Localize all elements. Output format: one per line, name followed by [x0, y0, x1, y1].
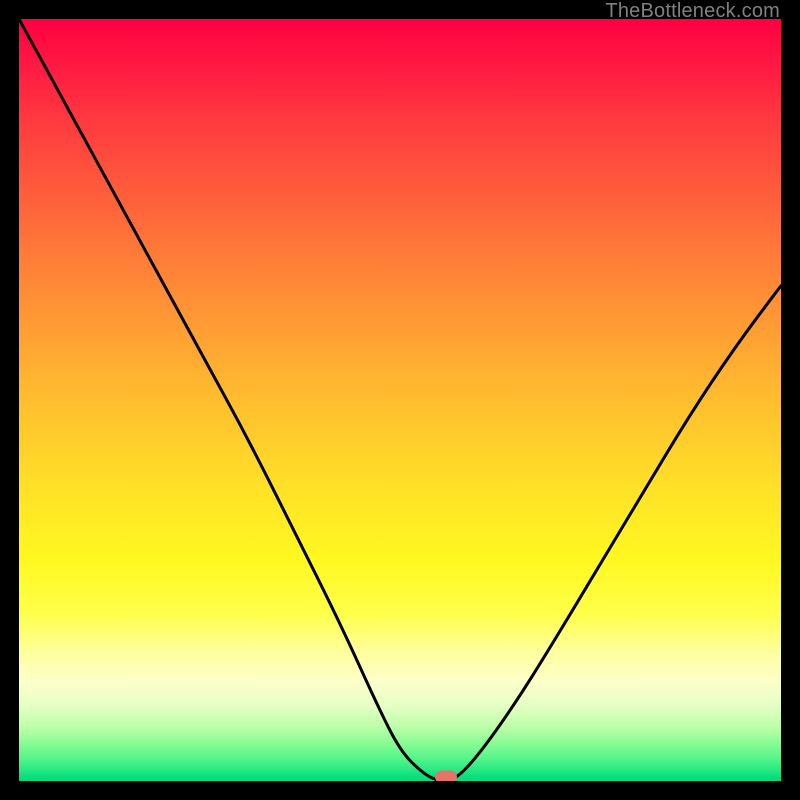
watermark-text: TheBottleneck.com: [605, 0, 780, 23]
bottleneck-curve: [19, 19, 781, 781]
chart-frame: TheBottleneck.com: [0, 0, 800, 800]
optimum-marker: [435, 771, 457, 781]
plot-area: [19, 19, 781, 781]
